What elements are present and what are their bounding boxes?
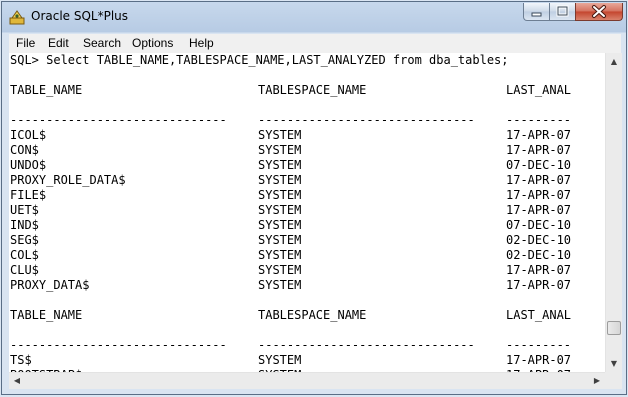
table-name-cell: PROXY_ROLE_DATA$	[10, 173, 126, 187]
last-analyzed-cell: LAST_ANAL	[506, 308, 572, 322]
last-analyzed-cell: 17-APR-07	[506, 203, 572, 217]
last-analyzed-cell: 17-APR-07	[506, 143, 572, 157]
minimize-button[interactable]	[523, 3, 550, 21]
table-row: FILE$ SYSTEM 17-APR-07	[10, 188, 571, 203]
menu-search[interactable]: Search	[83, 36, 121, 50]
sqlplus-window: Oracle SQL*Plus File Edit Search Options…	[1, 1, 627, 395]
table-name-cell: TABLE_NAME	[10, 83, 83, 97]
scroll-down-button[interactable]: ▼	[606, 355, 622, 372]
table-name-cell: UNDO$	[10, 158, 47, 172]
table-row: CLU$ SYSTEM 17-APR-07	[10, 263, 571, 278]
table-row: IND$ SYSTEM 07-DEC-10	[10, 218, 571, 233]
table-name-cell: ------------------------------	[10, 338, 227, 352]
table-name-cell: FILE$	[10, 188, 47, 202]
last-analyzed-cell: ---------	[506, 113, 572, 127]
table-name-cell: TS$	[10, 353, 32, 367]
tablespace-name-cell: SYSTEM	[258, 188, 302, 202]
table-name-cell: PROXY_DATA$	[10, 278, 90, 292]
table-name-cell: COL$	[10, 248, 39, 262]
table-name-cell: ICOL$	[10, 128, 47, 142]
separator-row: ------------------------------ ----------…	[10, 113, 571, 128]
menu-bar: File Edit Search Options Help	[9, 34, 621, 53]
sql-prompt-line: SQL> Select TABLE_NAME,TABLESPACE_NAME,L…	[10, 53, 509, 67]
vertical-scrollbar[interactable]: ▲ ▼	[605, 53, 622, 372]
tablespace-name-cell: SYSTEM	[258, 278, 302, 292]
column-header-row: TABLE_NAME TABLESPACE_NAME LAST_ANAL	[10, 83, 571, 98]
last-analyzed-cell: 07-DEC-10	[506, 158, 572, 172]
tablespace-name-cell: SYSTEM	[258, 218, 302, 232]
last-analyzed-cell: 17-APR-07	[506, 278, 572, 292]
tablespace-name-cell: SYSTEM	[258, 353, 302, 367]
scroll-up-icon: ▲	[610, 57, 618, 66]
window-title: Oracle SQL*Plus	[31, 9, 129, 23]
table-name-cell: IND$	[10, 218, 39, 232]
scroll-up-button[interactable]: ▲	[606, 53, 622, 70]
size-grip	[605, 372, 622, 389]
table-name-cell: CLU$	[10, 263, 39, 277]
tablespace-name-cell: SYSTEM	[258, 248, 302, 262]
minimize-icon	[531, 12, 542, 17]
column-header-row: TABLE_NAME TABLESPACE_NAME LAST_ANAL	[10, 308, 571, 323]
table-row: PROXY_ROLE_DATA$ SYSTEM 17-APR-07	[10, 173, 571, 188]
table-name-cell: SEG$	[10, 233, 39, 247]
maximize-button[interactable]	[549, 3, 576, 21]
console-output[interactable]: SQL> Select TABLE_NAME,TABLESPACE_NAME,L…	[9, 53, 605, 383]
table-row: ICOL$ SYSTEM 17-APR-07	[10, 128, 571, 143]
table-row: SEG$ SYSTEM 02-DEC-10	[10, 233, 571, 248]
scroll-down-icon: ▼	[610, 359, 618, 368]
maximize-icon	[556, 5, 569, 17]
scroll-left-icon: ◀	[13, 376, 21, 385]
scroll-right-icon: ▶	[593, 376, 601, 385]
last-analyzed-cell: 07-DEC-10	[506, 218, 572, 232]
table-row: CON$ SYSTEM 17-APR-07	[10, 143, 571, 158]
vertical-scroll-thumb[interactable]	[607, 321, 621, 335]
tablespace-name-cell: SYSTEM	[258, 158, 302, 172]
table-row: PROXY_DATA$ SYSTEM 17-APR-07	[10, 278, 571, 293]
tablespace-name-cell: SYSTEM	[258, 263, 302, 277]
tablespace-name-cell: SYSTEM	[258, 173, 302, 187]
tablespace-name-cell: TABLESPACE_NAME	[258, 308, 367, 322]
table-name-cell: CON$	[10, 143, 39, 157]
scroll-right-button[interactable]: ▶	[589, 373, 605, 389]
tablespace-name-cell: SYSTEM	[258, 128, 302, 142]
tablespace-name-cell: SYSTEM	[258, 143, 302, 157]
table-row: UNDO$ SYSTEM 07-DEC-10	[10, 158, 571, 173]
tablespace-name-cell: ------------------------------	[258, 113, 475, 127]
sqlplus-app-icon	[9, 10, 25, 25]
last-analyzed-cell: ---------	[506, 338, 572, 352]
tablespace-name-cell: SYSTEM	[258, 203, 302, 217]
last-analyzed-cell: 17-APR-07	[506, 128, 572, 142]
tablespace-name-cell: ------------------------------	[258, 338, 475, 352]
horizontal-scrollbar[interactable]: ◀ ▶	[9, 372, 605, 389]
tablespace-name-cell: TABLESPACE_NAME	[258, 83, 367, 97]
scroll-left-button[interactable]: ◀	[9, 373, 25, 389]
last-analyzed-cell: 17-APR-07	[506, 353, 572, 367]
last-analyzed-cell: 17-APR-07	[506, 263, 572, 277]
menu-file[interactable]: File	[16, 36, 35, 50]
last-analyzed-cell: LAST_ANAL	[506, 83, 572, 97]
last-analyzed-cell: 17-APR-07	[506, 188, 572, 202]
table-name-cell: UET$	[10, 203, 39, 217]
table-name-cell: ------------------------------	[10, 113, 227, 127]
tablespace-name-cell: SYSTEM	[258, 233, 302, 247]
menu-options[interactable]: Options	[132, 36, 173, 50]
last-analyzed-cell: 02-DEC-10	[506, 233, 572, 247]
close-icon	[592, 5, 606, 18]
last-analyzed-cell: 02-DEC-10	[506, 248, 572, 262]
menu-edit[interactable]: Edit	[48, 36, 69, 50]
close-button[interactable]	[575, 3, 623, 21]
table-name-cell: TABLE_NAME	[10, 308, 83, 322]
separator-row: ------------------------------ ----------…	[10, 338, 571, 353]
last-analyzed-cell: 17-APR-07	[506, 173, 572, 187]
table-row: TS$ SYSTEM 17-APR-07	[10, 353, 571, 368]
title-bar[interactable]: Oracle SQL*Plus	[2, 2, 626, 34]
table-row: UET$ SYSTEM 17-APR-07	[10, 203, 571, 218]
menu-help[interactable]: Help	[189, 36, 214, 50]
table-row: COL$ SYSTEM 02-DEC-10	[10, 248, 571, 263]
